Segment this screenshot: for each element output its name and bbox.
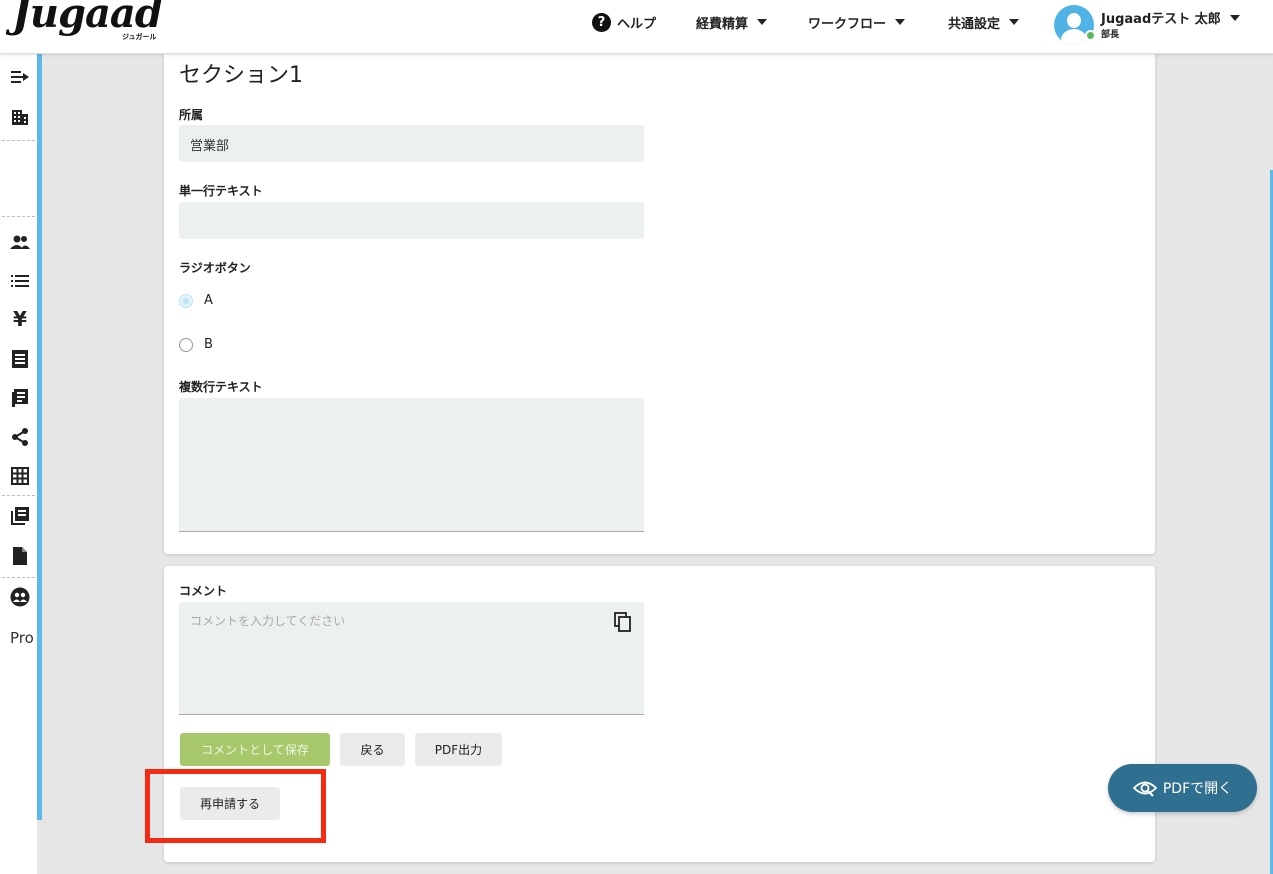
nav-help[interactable]: ? ヘルプ [592, 12, 656, 32]
yen-icon[interactable]: ¥ [10, 307, 30, 331]
single-text-field[interactable] [179, 202, 644, 239]
library-books-icon[interactable] [10, 506, 30, 526]
comment-textarea[interactable]: コメントを入力してください [179, 602, 644, 715]
sidebar-divider [2, 216, 35, 217]
caret-down-icon [1229, 14, 1240, 21]
single-text-label: 単一行テキスト [179, 184, 263, 198]
user-menu[interactable]: Jugaadテスト 太郎 [1101, 8, 1240, 27]
app-header: Jugaad ジュガール ? ヘルプ 経費精算 ワークフロー 共通設定 Juga… [0, 0, 1273, 54]
radio-option-label: B [204, 337, 213, 352]
sidebar-item-pro[interactable]: Pro [10, 629, 34, 647]
sidebar-divider [2, 495, 35, 496]
affiliation-field[interactable]: 営業部 [179, 125, 644, 162]
eye-icon [1132, 781, 1157, 797]
file-icon[interactable] [10, 546, 30, 566]
comment-label: コメント [179, 584, 228, 598]
multi-text-label: 複数行テキスト [179, 380, 263, 394]
table-grid-icon[interactable] [10, 466, 30, 486]
sidebar [0, 54, 37, 874]
radio-option-label: A [204, 293, 213, 308]
nav-settings-label: 共通設定 [948, 16, 1001, 32]
share-icon[interactable] [10, 427, 30, 447]
multi-text-field[interactable] [179, 398, 644, 532]
comment-placeholder: コメントを入力してください [190, 614, 346, 628]
caret-down-icon [1009, 19, 1020, 25]
pdf-export-button[interactable]: PDF出力 [415, 733, 502, 766]
form-section-card: セクション1 所属 営業部 単一行テキスト ラジオボタン A B 複数行テキスト [164, 40, 1155, 554]
affiliation-label: 所属 [179, 108, 204, 122]
caret-down-icon [895, 19, 906, 25]
open-pdf-button[interactable]: PDFで開く [1108, 764, 1257, 812]
back-button[interactable]: 戻る [340, 733, 405, 766]
sidebar-divider [2, 140, 35, 141]
section-title: セクション1 [179, 63, 303, 88]
document-stack-icon[interactable] [10, 388, 30, 408]
nav-expense[interactable]: 経費精算 [696, 12, 768, 32]
sidebar-accent-bar [37, 54, 42, 820]
user-name: Jugaadテスト 太郎 [1101, 12, 1221, 27]
radio-group-label: ラジオボタン [179, 261, 251, 275]
radio-button[interactable] [179, 337, 193, 352]
nav-workflow-label: ワークフロー [808, 16, 887, 32]
building-icon[interactable] [10, 107, 30, 127]
list-icon[interactable] [10, 271, 30, 291]
nav-settings[interactable]: 共通設定 [948, 12, 1020, 32]
caret-down-icon [757, 19, 768, 25]
online-status-icon [1085, 30, 1096, 41]
save-comment-button[interactable]: コメントとして保存 [180, 733, 330, 766]
nav-help-label: ヘルプ [617, 16, 657, 32]
receipt-icon[interactable] [10, 349, 30, 369]
sidebar-divider [2, 577, 35, 578]
copy-icon[interactable] [614, 612, 632, 632]
app-logo-subtitle: ジュガール [122, 33, 157, 41]
group-icon[interactable] [10, 587, 30, 607]
user-role: 部長 [1101, 30, 1120, 40]
radio-option-b[interactable]: B [179, 337, 213, 352]
nav-expense-label: 経費精算 [696, 16, 749, 32]
people-icon[interactable] [10, 232, 30, 252]
nav-workflow[interactable]: ワークフロー [808, 12, 906, 32]
radio-option-a[interactable]: A [179, 293, 213, 308]
radio-button-selected[interactable] [179, 293, 193, 308]
app-logo[interactable]: Jugaad [12, 0, 163, 36]
collapse-menu-icon[interactable] [10, 67, 30, 87]
open-pdf-label: PDFで開く [1162, 781, 1233, 797]
highlight-annotation [145, 769, 326, 843]
help-icon: ? [592, 12, 611, 32]
